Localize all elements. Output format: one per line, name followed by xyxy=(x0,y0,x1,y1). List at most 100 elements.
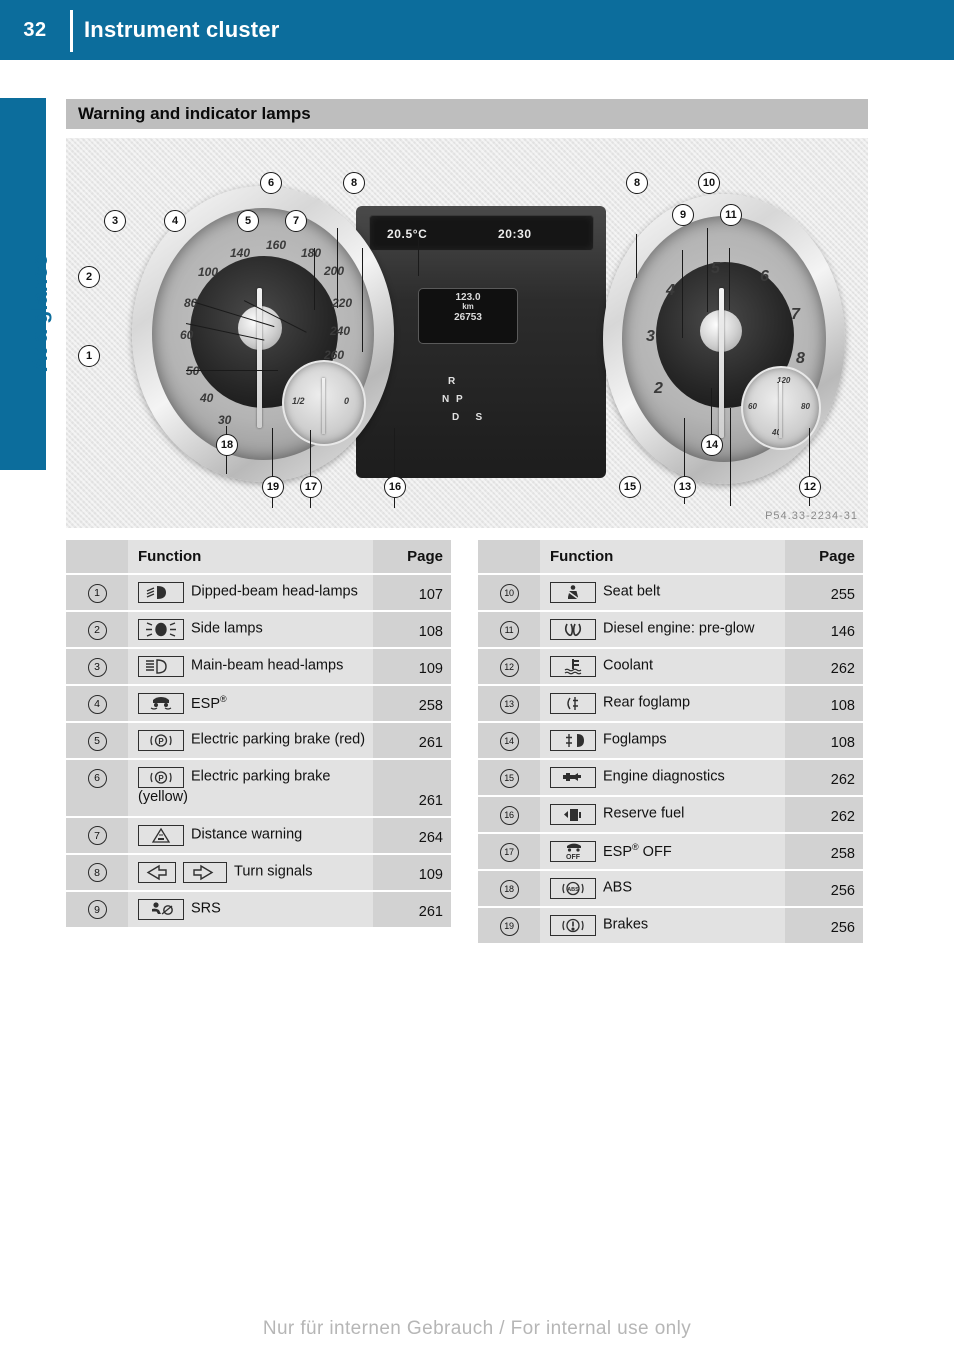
row-function-cell: Rear foglamp xyxy=(540,684,785,722)
header-page: Page xyxy=(373,540,451,574)
esp-icon xyxy=(138,693,184,715)
tachometer-needle xyxy=(719,288,724,438)
circled-number: 10 xyxy=(499,584,519,603)
main-beam-headlamp-icon xyxy=(138,656,184,677)
odometer-unit: km xyxy=(462,302,474,311)
table-row: 7 Distance warning 264 xyxy=(66,815,451,854)
row-page-cell: 256 xyxy=(785,906,863,944)
header-function: Function xyxy=(128,540,373,574)
rpm-tick-label: 4 xyxy=(666,282,675,299)
row-page-cell: 261 xyxy=(373,758,451,817)
callout-1: 1 xyxy=(78,345,100,367)
row-page-cell: 261 xyxy=(373,721,451,760)
row-function-cell: ESP® xyxy=(128,683,373,723)
rear-foglamp-icon xyxy=(550,693,596,714)
circled-number: 4 xyxy=(87,694,107,714)
coolant-icon xyxy=(550,656,596,677)
leader-line xyxy=(186,370,278,372)
instrument-cluster-illustration: 20.5°C 20:30 123.0 km 26753 R N P D S 30… xyxy=(66,138,868,528)
callout-15: 15 xyxy=(619,476,641,498)
table-row: 6 P Electric parking brake (yellow) 261 xyxy=(66,758,451,817)
warning-lamps-table-right: Function Page 10 Seat belt 255 11 Diesel… xyxy=(478,540,863,944)
leader-line xyxy=(730,408,732,506)
electric-parking-brake-icon: P xyxy=(138,767,184,789)
rpm-tick-label: 5 xyxy=(711,260,720,277)
row-function-label: Diesel engine: pre-glow xyxy=(603,620,755,637)
speed-tick-label: 200 xyxy=(324,264,345,278)
row-function-label: Engine diagnostics xyxy=(603,768,725,785)
circled-number: 18 xyxy=(499,880,519,900)
circled-number: 11 xyxy=(499,621,519,640)
row-page-cell: 261 xyxy=(373,889,451,927)
circled-number: 17 xyxy=(499,843,519,862)
callout-19: 19 xyxy=(262,476,284,498)
srs-airbag-icon xyxy=(138,898,184,920)
row-page-cell: 258 xyxy=(785,831,863,871)
callout-8b: 8 xyxy=(626,172,648,194)
speed-tick-label: 60 xyxy=(180,328,194,342)
callout-13: 13 xyxy=(674,476,696,498)
table-row: 3 Main-beam head-lamps 109 xyxy=(66,647,451,685)
row-page-cell: 258 xyxy=(373,683,451,723)
row-function-label: Brakes xyxy=(603,917,649,934)
row-number-cell: 12 xyxy=(478,647,540,685)
circled-number: 14 xyxy=(499,732,519,751)
rpm-tick-label: 6 xyxy=(760,268,769,285)
coolant-gauge-label: 80 xyxy=(801,402,810,411)
engine-diagnostics-icon xyxy=(550,767,596,788)
circled-number: 13 xyxy=(499,695,519,714)
row-function-label: Dipped-beam head-lamps xyxy=(191,583,358,600)
table-row: 13 Rear foglamp 108 xyxy=(478,684,863,722)
coolant-gauge-needle xyxy=(779,382,782,438)
abs-icon: ABS xyxy=(550,878,596,900)
circled-number: 3 xyxy=(87,657,107,677)
odometer-display: 123.0 km 26753 xyxy=(418,288,518,344)
row-number-cell: 7 xyxy=(66,815,128,854)
leader-line xyxy=(418,234,420,276)
table-row: 2 Side lamps 108 xyxy=(66,610,451,648)
row-function-label: ABS xyxy=(603,880,633,897)
speed-tick-label: 180 xyxy=(301,246,322,260)
row-function-cell: Engine diagnostics xyxy=(540,758,785,796)
section-title-bar: Warning and indicator lamps xyxy=(66,99,868,129)
row-function-label: Electric parking brake (red) xyxy=(191,732,366,749)
dipped-beam-headlamp-icon xyxy=(138,582,184,603)
speed-tick-label: 30 xyxy=(218,413,232,427)
row-page-cell: 255 xyxy=(785,573,863,611)
reserve-fuel-icon xyxy=(550,804,596,825)
table-row: 10 Seat belt 255 xyxy=(478,573,863,611)
leader-line xyxy=(337,228,339,308)
distance-warning-icon xyxy=(138,824,184,846)
row-number-cell: 4 xyxy=(66,683,128,723)
svg-text:OFF: OFF xyxy=(566,854,581,861)
svg-text:ABS: ABS xyxy=(567,887,579,893)
row-function-label: SRS xyxy=(191,900,221,917)
table-row: 17 OFF ESP® OFF 258 xyxy=(478,831,863,871)
row-page-cell: 262 xyxy=(785,795,863,833)
row-number-cell: 8 xyxy=(66,852,128,891)
callout-2: 2 xyxy=(78,266,100,288)
rpm-tick-label: 8 xyxy=(796,350,805,367)
row-number-cell: 10 xyxy=(478,573,540,611)
callout-4: 4 xyxy=(164,210,186,232)
row-function-label: Rear foglamp xyxy=(603,694,691,711)
row-number-cell: 6 xyxy=(66,758,128,817)
row-function-cell: Foglamps xyxy=(540,721,785,759)
callout-18: 18 xyxy=(216,434,238,456)
circled-number: 16 xyxy=(499,806,519,825)
page-header: 32 Instrument cluster xyxy=(0,0,954,60)
row-function-cell: ABS ABS xyxy=(540,869,785,908)
gear-selector-display: D S xyxy=(452,412,485,423)
row-number-cell: 13 xyxy=(478,684,540,722)
rpm-tick-label: 2 xyxy=(654,380,663,397)
leader-line xyxy=(682,250,684,338)
leader-line xyxy=(636,234,638,278)
row-function-label: ESP® OFF xyxy=(603,842,672,860)
row-page-cell: 262 xyxy=(785,647,863,685)
table-row: 9 SRS 261 xyxy=(66,889,451,927)
leader-line xyxy=(314,248,316,310)
callout-16: 16 xyxy=(384,476,406,498)
svg-text:P: P xyxy=(158,737,164,746)
chapter-tab-label-wrap: At a glance xyxy=(10,150,56,480)
row-page-cell: 264 xyxy=(373,815,451,854)
